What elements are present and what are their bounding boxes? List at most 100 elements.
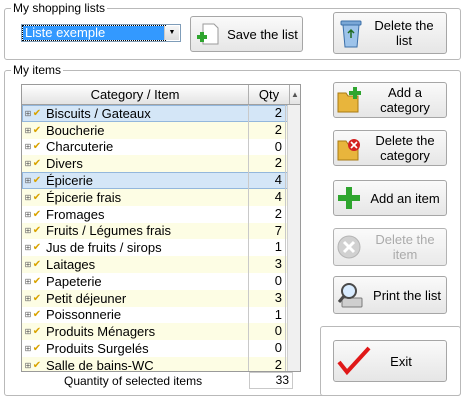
items-grid[interactable]: Category / Item Qty ▲ ⊞ ✔ Biscuits / Gatea…	[21, 84, 301, 372]
row-qty: 2	[248, 205, 286, 223]
check-icon: ✔	[32, 326, 42, 338]
expand-icon[interactable]: ⊞	[24, 344, 32, 353]
check-icon: ✔	[32, 225, 42, 237]
delete-item-icon	[334, 231, 364, 263]
row-category: Charcuterie	[46, 139, 114, 155]
table-row[interactable]: ⊞ ✔ Boucherie 2	[22, 121, 289, 139]
add-item-button[interactable]: Add an item	[333, 180, 447, 216]
row-qty: 0	[248, 138, 286, 156]
print-list-label: Print the list	[373, 287, 441, 303]
row-category: Laitages	[46, 257, 96, 273]
add-folder-icon	[334, 84, 364, 116]
row-qty: 4	[248, 188, 286, 206]
plus-icon	[334, 182, 364, 214]
shopping-lists-title: My shopping lists	[11, 1, 108, 15]
expand-icon[interactable]: ⊞	[24, 210, 32, 219]
table-row[interactable]: ⊞ ✔ Poissonnerie 1	[22, 306, 289, 324]
print-list-button[interactable]: Print the list	[333, 276, 447, 314]
table-row[interactable]: ⊞ ✔ Papeterie 0	[22, 272, 289, 290]
row-qty: 3	[248, 289, 286, 307]
shopping-list-select[interactable]: Liste exemple ▼	[21, 24, 181, 42]
grid-header: Category / Item Qty ▲	[22, 85, 300, 105]
table-row[interactable]: ⊞ ✔ Produits Surgelés 0	[22, 340, 289, 357]
row-category: Salle de bains-WC	[46, 357, 154, 372]
row-qty: 1	[248, 306, 286, 324]
check-icon: ✔	[32, 141, 42, 153]
expand-icon[interactable]: ⊞	[24, 193, 32, 202]
table-row[interactable]: ⊞ ✔ Divers 2	[22, 155, 289, 173]
expand-icon[interactable]: ⊞	[24, 243, 32, 252]
row-category: Fruits / Légumes frais	[46, 223, 171, 239]
row-qty: 0	[248, 323, 286, 341]
row-category: Boucherie	[46, 122, 105, 138]
check-icon: ✔	[32, 292, 42, 304]
total-quantity-value: 33	[249, 372, 293, 389]
expand-icon[interactable]: ⊞	[24, 327, 32, 336]
delete-list-label: Delete the list	[374, 18, 434, 48]
row-qty: 2	[248, 356, 286, 371]
row-category: Poissonnerie	[46, 307, 122, 323]
table-row[interactable]: ⊞ ✔ Laitages 3	[22, 256, 289, 273]
check-icon: ✔	[32, 359, 42, 371]
print-preview-icon	[334, 278, 368, 312]
expand-icon[interactable]: ⊞	[24, 109, 32, 118]
table-row[interactable]: ⊞ ✔ Fruits / Légumes frais 7	[22, 222, 289, 240]
table-row[interactable]: ⊞ ✔ Salle de bains-WC 2	[22, 356, 289, 372]
add-category-text: Add a category	[380, 85, 430, 115]
table-row[interactable]: ⊞ ✔ Épicerie 4	[22, 172, 289, 189]
expand-icon[interactable]: ⊞	[24, 277, 32, 286]
table-row[interactable]: ⊞ ✔ Épicerie frais 4	[22, 188, 289, 206]
table-row[interactable]: ⊞ ✔ Fromages 2	[22, 205, 289, 223]
row-category: Épicerie frais	[46, 189, 122, 205]
row-category: Épicerie	[46, 173, 93, 189]
expand-icon[interactable]: ⊞	[24, 226, 32, 235]
row-qty: 2	[248, 105, 286, 122]
chevron-down-icon[interactable]: ▼	[164, 26, 179, 40]
add-category-button[interactable]: Add a category	[333, 82, 447, 118]
row-category: Fromages	[46, 206, 105, 222]
total-quantity-label: Quantity of selected items	[64, 374, 203, 388]
check-icon: ✔	[32, 107, 42, 119]
delete-category-button[interactable]: Delete the category	[333, 130, 447, 166]
table-row[interactable]: ⊞ ✔ Petit déjeuner 3	[22, 289, 289, 307]
save-list-button[interactable]: Save the list	[190, 16, 303, 52]
check-icon: ✔	[32, 309, 42, 321]
grid-scrollbar[interactable]	[287, 105, 300, 371]
row-category: Jus de fruits / sirops	[46, 240, 162, 256]
grid-rows: ⊞ ✔ Biscuits / Gateaux 2 ⊞ ✔ Boucherie 2 ⊞ ✔ Charc…	[22, 105, 289, 372]
items-group-title: My items	[11, 63, 63, 77]
exit-label: Exit	[390, 353, 412, 369]
check-icon: ✔	[32, 259, 42, 271]
delete-item-button[interactable]: Delete the item	[333, 228, 447, 266]
save-list-label: Save the list	[227, 26, 298, 42]
table-row[interactable]: ⊞ ✔ Produits Ménagers 0	[22, 323, 289, 341]
selected-list-value: Liste exemple	[22, 25, 166, 41]
delete-folder-icon	[334, 132, 364, 164]
expand-icon[interactable]: ⊞	[24, 159, 32, 168]
row-category: Petit déjeuner	[46, 290, 127, 306]
column-header-qty[interactable]: Qty	[249, 85, 290, 104]
expand-icon[interactable]: ⊞	[24, 126, 32, 135]
row-qty: 0	[248, 340, 286, 357]
row-category: Produits Ménagers	[46, 324, 156, 340]
expand-icon[interactable]: ⊞	[24, 294, 32, 303]
table-row[interactable]: ⊞ ✔ Biscuits / Gateaux 2	[22, 105, 289, 122]
expand-icon[interactable]: ⊞	[24, 176, 32, 185]
sort-arrow-icon[interactable]: ▲	[290, 85, 300, 104]
expand-icon[interactable]: ⊞	[24, 361, 32, 370]
check-icon: ✔	[32, 175, 42, 187]
table-row[interactable]: ⊞ ✔ Charcuterie 0	[22, 138, 289, 156]
recycle-bin-icon	[336, 15, 366, 51]
row-qty: 0	[248, 272, 286, 290]
check-icon: ✔	[32, 158, 42, 170]
table-row[interactable]: ⊞ ✔ Jus de fruits / sirops 1	[22, 239, 289, 257]
row-qty: 2	[248, 155, 286, 173]
delete-list-button[interactable]: Delete the list	[333, 12, 447, 54]
expand-icon[interactable]: ⊞	[24, 310, 32, 319]
save-icon	[193, 19, 223, 49]
expand-icon[interactable]: ⊞	[24, 260, 32, 269]
row-qty: 2	[248, 121, 286, 139]
column-header-category[interactable]: Category / Item	[22, 85, 249, 104]
expand-icon[interactable]: ⊞	[24, 142, 32, 151]
exit-button[interactable]: Exit	[333, 340, 447, 382]
